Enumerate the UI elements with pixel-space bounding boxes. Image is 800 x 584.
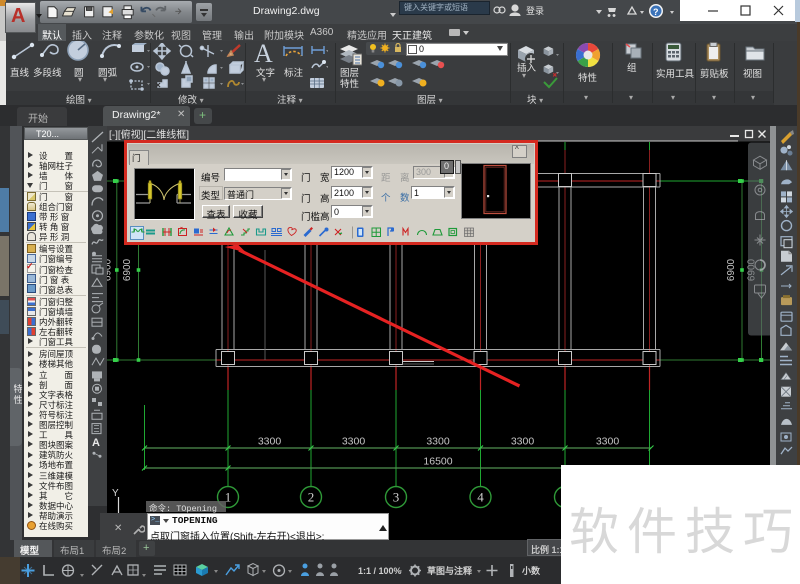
svg-text:3300: 3300 — [511, 436, 535, 448]
svg-text:草图与注释: 草图与注释 — [427, 565, 473, 576]
svg-text:3300: 3300 — [596, 436, 620, 448]
svg-text:4: 4 — [477, 490, 484, 505]
svg-text:A: A — [92, 437, 100, 449]
svg-text:16500: 16500 — [423, 456, 452, 468]
svg-text:3: 3 — [393, 490, 400, 505]
svg-text:3300: 3300 — [342, 436, 366, 448]
svg-text:?: ? — [653, 7, 659, 17]
svg-text:6900: 6900 — [122, 258, 133, 281]
svg-text:3300: 3300 — [426, 436, 450, 448]
svg-text:1:1 / 100%: 1:1 / 100% — [358, 566, 402, 576]
svg-text:6900: 6900 — [726, 258, 737, 281]
svg-text:登录: 登录 — [526, 6, 544, 16]
svg-text:6900: 6900 — [107, 258, 114, 281]
svg-text:3300: 3300 — [258, 436, 282, 448]
svg-text:小数: 小数 — [521, 565, 541, 576]
svg-text:2: 2 — [308, 490, 315, 505]
